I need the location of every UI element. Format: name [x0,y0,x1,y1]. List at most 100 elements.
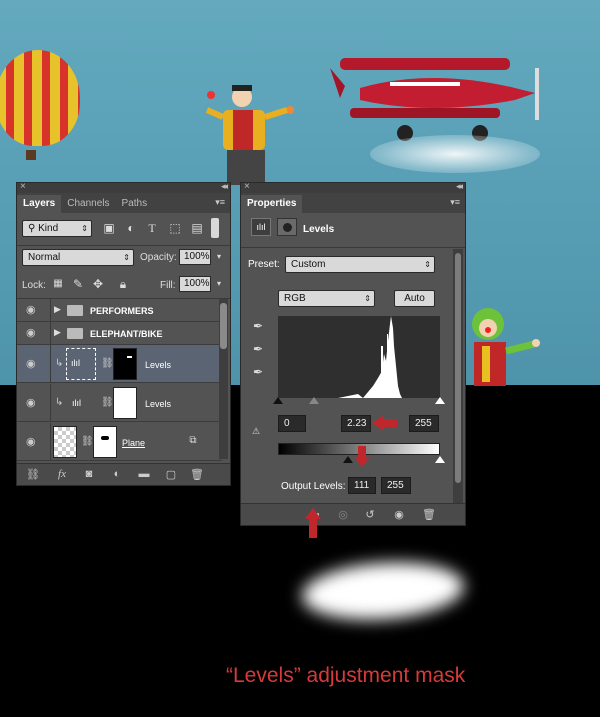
lock-paint-icon[interactable]: ✎ [70,276,86,292]
view-previous-icon[interactable]: ◎ [335,508,351,521]
link-icon[interactable]: ⛓︎ [25,468,41,481]
eye-icon[interactable]: ◉ [26,437,40,448]
row-divider [50,299,51,321]
output-white-slider[interactable] [435,456,445,463]
filter-kind-value: Kind [38,223,59,234]
input-black-value[interactable]: 0 [278,415,306,432]
fx-icon[interactable]: fx [54,468,70,480]
layer-name: Levels [145,360,172,370]
expand-triangle-icon[interactable]: ▶ [54,327,61,338]
visibility-icon[interactable]: ◉ [391,508,407,521]
collapse-icon[interactable]: ◂◂ [456,181,463,192]
clip-arrow-icon: ↳ [55,358,64,369]
close-icon[interactable]: × [244,181,250,192]
mask-icon[interactable]: ◙ [81,468,97,480]
opacity-input[interactable]: 100% [179,249,211,265]
adjustment-filter-icon[interactable]: ◐ [123,220,139,236]
layer-name: PERFORMERS [90,306,154,316]
layer-row-plane[interactable]: ◉ ⛓︎ Plane ⧉ [17,423,222,461]
smart-object-filter-icon[interactable]: ▤ [189,220,205,236]
caption-text: “Levels” adjustment mask [226,664,466,687]
shape-filter-icon[interactable]: ⬚ [167,220,183,236]
panel-menu-icon[interactable]: ▾≡ [215,197,225,208]
filter-kind-select[interactable]: ⚲ Kind ⇕ [22,220,92,237]
eye-icon[interactable]: ◉ [26,305,40,316]
fill-input[interactable]: 100% [179,276,211,292]
group-icon[interactable]: ▬ [136,468,152,480]
auto-button[interactable]: Auto [394,290,435,307]
layers-bottom-toolbar: ⛓︎ fx ◙ ◐ ▬ ▢ 🗑︎ [17,463,230,485]
type-filter-icon[interactable]: T [144,220,160,236]
layers-panel-titlebar[interactable]: × ◂◂ [17,181,230,193]
divider [17,245,230,246]
black-eyedropper-icon[interactable]: ✒ [250,318,266,334]
trash-icon[interactable]: 🗑︎ [189,468,205,481]
annotation-arrow-left-head [372,415,384,431]
input-gamma-value[interactable]: 2.23 [341,415,371,432]
output-white-value[interactable]: 255 [381,477,411,494]
input-gamma-slider[interactable] [309,397,319,404]
link-icon[interactable]: ⛓︎ [101,397,114,408]
mask-thumbnail[interactable] [113,387,137,419]
levels-adjustment-icon[interactable]: ılıl [251,218,271,236]
layer-row-levels[interactable]: ◉ ↳ ılıl ⛓︎ Levels [17,384,222,422]
pixel-filter-icon[interactable]: ▣ [101,220,117,236]
tab-layers[interactable]: Layers [17,195,62,213]
annotation-arrow-left [384,419,398,427]
lock-all-icon[interactable]: 🔒︎ [115,276,131,292]
plane-thumbnail[interactable] [53,426,77,458]
blend-mode-select[interactable]: Normal ⇕ [22,249,134,266]
link-icon[interactable]: ⛓︎ [81,436,94,447]
link-icon[interactable]: ⛓︎ [101,358,114,369]
properties-scrollbar[interactable] [453,249,463,505]
adjustment-icon[interactable]: ◐ [109,468,125,480]
eye-icon[interactable]: ◉ [26,398,40,409]
layer-row-elephant-bike[interactable]: ◉ ▶ ELEPHANT/BIKE [17,322,222,345]
opacity-dropdown-icon[interactable]: ▾ [211,249,227,265]
fill-dropdown-icon[interactable]: ▾ [211,276,227,292]
trash-icon[interactable]: 🗑︎ [421,508,437,521]
lock-position-icon[interactable]: ✥ [90,276,106,292]
clipping-warning-icon[interactable]: ⚠ [248,423,264,439]
layers-panel: × ◂◂ Layers Channels Paths ▾≡ ⚲ Kind ⇕ ▣… [16,181,231,486]
layer-row-levels-selected[interactable]: ◉ ↳ ılıl ⛓︎ Levels [17,345,222,383]
scrollbar-thumb[interactable] [220,303,227,349]
reset-icon[interactable]: ↺ [362,508,378,521]
properties-panel-titlebar[interactable]: × ◂◂ [241,181,465,193]
tab-properties[interactable]: Properties [241,195,303,213]
output-black-value[interactable]: 111 [348,477,376,494]
new-layer-icon[interactable]: ▢ [163,468,179,481]
white-eyedropper-icon[interactable]: ✒ [250,364,266,380]
channel-select[interactable]: RGB ⇕ [278,290,375,307]
levels-thumbnail[interactable]: ılıl [66,348,96,380]
row-divider [50,322,51,344]
collapse-icon[interactable]: ◂◂ [221,181,228,192]
input-white-slider[interactable] [435,397,445,404]
lock-transparency-icon[interactable]: ▦ [50,276,66,292]
mask-thumbnail[interactable] [93,426,117,458]
tab-paths[interactable]: Paths [116,195,154,213]
layers-scrollbar[interactable] [219,299,228,459]
tab-channels[interactable]: Channels [61,195,115,213]
preset-select[interactable]: Custom ⇕ [285,256,435,273]
gray-eyedropper-icon[interactable]: ✒ [250,341,266,357]
scrollbar-thumb[interactable] [455,253,461,483]
opacity-label: Opacity: [140,252,177,263]
clown-image [472,308,540,386]
output-black-slider[interactable] [343,456,353,463]
input-black-slider[interactable] [273,397,283,404]
mask-properties-icon[interactable] [277,218,297,236]
input-white-value[interactable]: 255 [409,415,439,432]
expand-triangle-icon[interactable]: ▶ [54,304,61,315]
panel-menu-icon[interactable]: ▾≡ [450,197,460,208]
properties-bottom-toolbar: ↲▪ ◎ ↺ ◉ 🗑︎ [241,503,465,525]
eye-icon[interactable]: ◉ [26,359,40,370]
close-icon[interactable]: × [20,181,26,192]
chevron-updown-icon: ⇕ [123,253,130,262]
properties-panel: × ◂◂ Properties ▾≡ ılıl Levels Preset: C… [240,181,466,526]
mask-thumbnail[interactable] [113,348,137,380]
filter-toggle-switch[interactable] [211,218,219,238]
layer-row-performers[interactable]: ◉ ▶ PERFORMERS [17,299,222,322]
eye-icon[interactable]: ◉ [26,328,40,339]
clip-arrow-icon: ↳ [55,397,64,408]
